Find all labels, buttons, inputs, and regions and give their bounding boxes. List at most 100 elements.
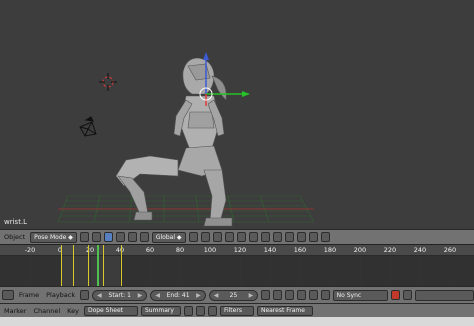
scale-manipulator-icon[interactable] <box>139 232 149 242</box>
tick-label: -20 <box>24 246 36 254</box>
render-icon[interactable] <box>284 232 294 242</box>
tick-label: 120 <box>233 246 247 254</box>
key-menu[interactable]: Key <box>65 307 81 315</box>
decrement-icon: ◀ <box>97 291 102 299</box>
keying-set-field[interactable] <box>414 289 474 301</box>
transform-orientation-selector[interactable]: Global ◆ <box>151 231 186 243</box>
camera-view-icon[interactable] <box>296 232 306 242</box>
3d-view-header: Object Pose Mode ◆ Global ◆ <box>0 229 474 244</box>
out-of-range-shade-right <box>121 256 474 286</box>
tick-label: 140 <box>263 246 277 254</box>
increment-icon: ▶ <box>137 291 143 299</box>
interpolation-label: Nearest Frame <box>260 307 305 314</box>
frame-menu[interactable]: Frame <box>17 291 41 299</box>
only-selected-icon[interactable] <box>183 305 193 316</box>
object-menu[interactable]: Object <box>2 233 27 241</box>
grid-line <box>90 256 91 286</box>
filters-label: Filters <box>223 307 242 314</box>
current-frame-field[interactable]: ◀ 25 ▶ <box>208 289 259 301</box>
timeline-area[interactable]: -20 0 20 40 60 80 100 120 140 160 180 20… <box>0 244 474 286</box>
jump-to-keyframe-forward-icon[interactable] <box>308 290 318 300</box>
grid-line <box>360 256 361 286</box>
snap-element-icon[interactable] <box>272 232 282 242</box>
tick-label: 100 <box>203 246 217 254</box>
proportional-edit-icon[interactable] <box>248 232 258 242</box>
jump-to-start-icon[interactable] <box>261 290 271 300</box>
pose-copy-icon[interactable] <box>308 232 318 242</box>
start-frame-field[interactable]: ◀ Start: 1 ▶ <box>92 289 148 301</box>
translate-manipulator-icon[interactable] <box>115 232 125 242</box>
summary-toggle[interactable]: Summary <box>140 305 181 316</box>
end-frame-value: End: 41 <box>166 291 190 299</box>
rotate-manipulator-icon[interactable] <box>127 232 137 242</box>
editor-type-icon[interactable] <box>2 290 14 300</box>
mode-selector-label: Pose Mode <box>34 233 67 241</box>
tick-label: 80 <box>175 246 185 254</box>
grid-line <box>270 256 271 286</box>
keyframe-marker[interactable] <box>73 245 74 286</box>
layer-button-4[interactable] <box>224 232 234 242</box>
decrement-icon: ◀ <box>155 291 161 299</box>
layer-button-2[interactable] <box>200 232 210 242</box>
grid-line <box>210 256 211 286</box>
grid-line <box>450 256 451 286</box>
jump-to-end-icon[interactable] <box>320 290 330 300</box>
editor-mode-selector[interactable]: Dope Sheet <box>83 305 138 316</box>
channel-menu[interactable]: Channel <box>31 307 62 315</box>
start-frame-value: Start: 1 <box>108 291 131 299</box>
jump-to-keyframe-back-icon[interactable] <box>273 290 283 300</box>
layer-button-3[interactable] <box>212 232 222 242</box>
preview-range-icon[interactable] <box>80 290 90 300</box>
grid-line <box>30 256 31 286</box>
keyframe-marker[interactable] <box>88 245 89 286</box>
increment-icon: ▶ <box>248 291 254 299</box>
snap-icon[interactable] <box>260 232 270 242</box>
current-frame-value: 25 <box>229 291 238 299</box>
layer-button-1[interactable] <box>188 232 198 242</box>
timeline-header: Frame Playback ◀ Start: 1 ▶ ◀ End: 41 ▶ ◀ 25 ▶… <box>0 286 474 303</box>
camera-icon <box>79 116 97 137</box>
only-errors-icon[interactable] <box>207 305 217 316</box>
3d-viewport[interactable]: wrist.L <box>0 0 474 229</box>
decrement-icon: ◀ <box>213 291 219 299</box>
grid-line <box>330 256 331 286</box>
increment-icon: ▶ <box>196 291 201 299</box>
summary-label: Summary <box>144 307 174 314</box>
marker-menu[interactable]: Marker <box>2 307 28 315</box>
keyframe-marker[interactable] <box>103 245 104 286</box>
orientation-label: Global <box>155 233 175 241</box>
dopesheet-header: Marker Channel Key Dope Sheet Summary Fi… <box>0 303 474 317</box>
tick-label: 260 <box>443 246 457 254</box>
play-icon[interactable] <box>296 290 306 300</box>
tick-label: 180 <box>323 246 337 254</box>
tick-label: 240 <box>413 246 427 254</box>
manipulator-toggle-icon[interactable] <box>103 232 113 242</box>
pivot-point-icon[interactable] <box>91 232 101 242</box>
tick-label: 220 <box>383 246 397 254</box>
filters-button[interactable]: Filters <box>219 305 254 316</box>
show-hidden-icon[interactable] <box>195 305 205 316</box>
keying-set-icon[interactable] <box>402 290 412 300</box>
3d-cursor-icon <box>99 73 117 91</box>
keyframe-marker[interactable] <box>61 245 62 286</box>
grid-line <box>300 256 301 286</box>
tick-label: 160 <box>293 246 307 254</box>
sync-mode-selector[interactable]: No Sync <box>332 289 388 301</box>
grid-line <box>420 256 421 286</box>
keyframe-marker[interactable] <box>121 245 122 286</box>
pose-paste-icon[interactable] <box>320 232 330 242</box>
playback-menu[interactable]: Playback <box>44 291 77 299</box>
grid-line <box>150 256 151 286</box>
end-frame-field[interactable]: ◀ End: 41 ▶ <box>150 289 206 301</box>
interpolation-selector[interactable]: Nearest Frame <box>256 305 313 316</box>
play-reverse-icon[interactable] <box>285 290 294 300</box>
timeline-ruler[interactable]: -20 0 20 40 60 80 100 120 140 160 180 20… <box>0 245 474 256</box>
viewport-shading-icon[interactable] <box>79 232 89 242</box>
current-frame-indicator[interactable] <box>97 245 99 286</box>
mode-selector[interactable]: Pose Mode ◆ <box>30 231 77 243</box>
auto-keying-record-icon[interactable] <box>391 290 400 300</box>
sync-mode-label: No Sync <box>336 291 362 299</box>
os-taskbar <box>0 317 474 326</box>
tick-label: 200 <box>353 246 367 254</box>
layer-button-5[interactable] <box>236 232 246 242</box>
